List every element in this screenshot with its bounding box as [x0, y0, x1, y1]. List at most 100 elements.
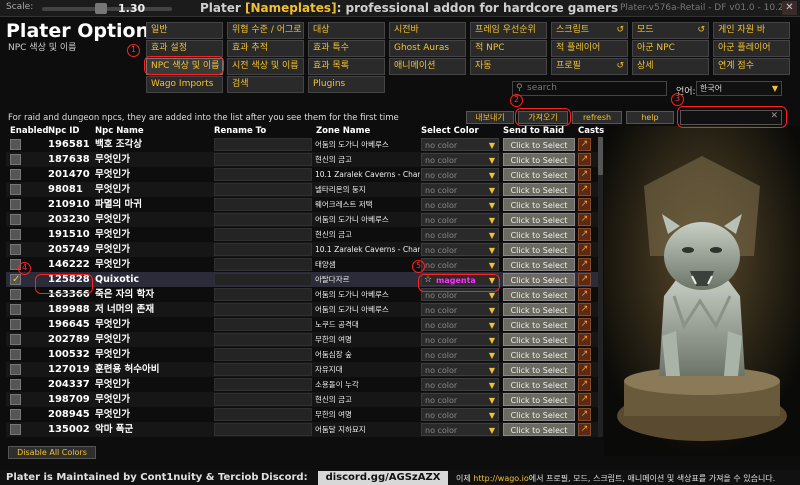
send-to-raid-button[interactable]: Click to Select — [503, 303, 575, 316]
casts-button[interactable]: ↗ — [578, 393, 591, 406]
tab-3-0[interactable]: Wago Imports — [146, 76, 223, 93]
rename-input[interactable] — [214, 348, 312, 361]
casts-button[interactable]: ↗ — [578, 423, 591, 436]
send-to-raid-button[interactable]: Click to Select — [503, 363, 575, 376]
rename-input[interactable] — [214, 333, 312, 346]
tab-3-1[interactable]: 검색 — [227, 76, 304, 93]
enabled-checkbox[interactable] — [10, 394, 21, 405]
tab-2-5[interactable]: 프로필 ↺ — [551, 58, 628, 75]
language-select[interactable]: 한국어 ▼ — [696, 81, 782, 96]
enabled-checkbox[interactable] — [10, 304, 21, 315]
send-to-raid-button[interactable]: Click to Select — [503, 393, 575, 406]
casts-button[interactable]: ↗ — [578, 348, 591, 361]
enabled-checkbox[interactable] — [10, 184, 21, 195]
send-to-raid-button[interactable]: Click to Select — [503, 153, 575, 166]
color-select[interactable]: no color ▼ — [421, 153, 499, 166]
enabled-checkbox[interactable] — [10, 154, 21, 165]
color-select[interactable]: no color ▼ — [421, 363, 499, 376]
casts-button[interactable]: ↗ — [578, 288, 591, 301]
enabled-checkbox[interactable] — [10, 319, 21, 330]
send-to-raid-button[interactable]: Click to Select — [503, 168, 575, 181]
color-select[interactable]: no color ▼ — [421, 258, 499, 271]
rename-input[interactable] — [214, 183, 312, 196]
casts-button[interactable]: ↗ — [578, 168, 591, 181]
send-to-raid-button[interactable]: Click to Select — [503, 408, 575, 421]
send-to-raid-button[interactable]: Click to Select — [503, 333, 575, 346]
casts-button[interactable]: ↗ — [578, 303, 591, 316]
enabled-checkbox[interactable] — [10, 214, 21, 225]
enabled-checkbox[interactable] — [10, 244, 21, 255]
disable-all-colors-button[interactable]: Disable All Colors — [8, 446, 96, 459]
rename-input[interactable] — [214, 303, 312, 316]
export-button[interactable]: 내보내기 — [466, 111, 514, 124]
casts-button[interactable]: ↗ — [578, 183, 591, 196]
tab-1-7[interactable]: 아군 플레이어 — [713, 40, 790, 57]
tab-2-7[interactable]: 연계 점수 — [713, 58, 790, 75]
color-select[interactable]: no color ▼ — [421, 198, 499, 211]
enabled-checkbox[interactable] — [10, 139, 21, 150]
casts-button[interactable]: ↗ — [578, 258, 591, 271]
search-input[interactable]: ⚲ search — [512, 81, 667, 96]
casts-button[interactable]: ↗ — [578, 363, 591, 376]
tab-0-2[interactable]: 대상 — [308, 22, 385, 39]
rename-input[interactable] — [214, 213, 312, 226]
enabled-checkbox[interactable] — [10, 379, 21, 390]
close-button[interactable]: ✕ — [782, 1, 797, 15]
tab-2-2[interactable]: 효과 목록 — [308, 58, 385, 75]
casts-button[interactable]: ↗ — [578, 333, 591, 346]
scale-slider[interactable] — [42, 7, 172, 11]
rename-input[interactable] — [214, 423, 312, 436]
enabled-checkbox[interactable] — [10, 334, 21, 345]
tab-1-6[interactable]: 아군 NPC — [632, 40, 709, 57]
tab-1-1[interactable]: 효과 추적 — [227, 40, 304, 57]
casts-button[interactable]: ↗ — [578, 378, 591, 391]
tab-2-6[interactable]: 상세 — [632, 58, 709, 75]
tab-0-5[interactable]: 스크립트 ↺ — [551, 22, 628, 39]
tab-0-4[interactable]: 프레임 우선순위 — [470, 22, 547, 39]
rename-input[interactable] — [214, 363, 312, 376]
color-select[interactable]: no color ▼ — [421, 408, 499, 421]
scrollbar[interactable] — [598, 137, 603, 437]
tab-0-7[interactable]: 게인 자원 바 — [713, 22, 790, 39]
send-to-raid-button[interactable]: Click to Select — [503, 243, 575, 256]
color-select[interactable]: no color ▼ — [421, 333, 499, 346]
send-to-raid-button[interactable]: Click to Select — [503, 198, 575, 211]
color-select[interactable]: no color ▼ — [421, 168, 499, 181]
discord-url-field[interactable]: discord.gg/AGSzAZX — [318, 471, 448, 485]
color-select[interactable]: no color ▼ — [421, 138, 499, 151]
casts-button[interactable]: ↗ — [578, 408, 591, 421]
rename-input[interactable] — [214, 378, 312, 391]
tab-1-4[interactable]: 적 NPC — [470, 40, 547, 57]
enabled-checkbox[interactable] — [10, 274, 21, 285]
enabled-checkbox[interactable] — [10, 169, 21, 180]
enabled-checkbox[interactable] — [10, 349, 21, 360]
tab-1-5[interactable]: 적 플레이어 — [551, 40, 628, 57]
color-select[interactable]: no color ▼ — [421, 423, 499, 436]
rename-input[interactable] — [214, 408, 312, 421]
casts-button[interactable]: ↗ — [578, 243, 591, 256]
casts-button[interactable]: ↗ — [578, 213, 591, 226]
tab-1-0[interactable]: 효과 설정 — [146, 40, 223, 57]
tab-1-3[interactable]: Ghost Auras — [389, 40, 466, 57]
enabled-checkbox[interactable] — [10, 199, 21, 210]
rename-input[interactable] — [214, 153, 312, 166]
tab-0-6[interactable]: 모드 ↺ — [632, 22, 709, 39]
send-to-raid-button[interactable]: Click to Select — [503, 318, 575, 331]
color-select[interactable]: no color ▼ — [421, 243, 499, 256]
enabled-checkbox[interactable] — [10, 364, 21, 375]
refresh-button[interactable]: refresh — [572, 111, 622, 124]
send-to-raid-button[interactable]: Click to Select — [503, 228, 575, 241]
enabled-checkbox[interactable] — [10, 424, 21, 435]
color-select[interactable]: no color ▼ — [421, 318, 499, 331]
rename-input[interactable] — [214, 138, 312, 151]
color-select[interactable]: no color ▼ — [421, 393, 499, 406]
send-to-raid-button[interactable]: Click to Select — [503, 288, 575, 301]
casts-button[interactable]: ↗ — [578, 153, 591, 166]
send-to-raid-button[interactable]: Click to Select — [503, 183, 575, 196]
tab-2-4[interactable]: 자동 — [470, 58, 547, 75]
rename-input[interactable] — [214, 243, 312, 256]
enabled-checkbox[interactable] — [10, 289, 21, 300]
rename-input[interactable] — [214, 273, 312, 286]
casts-button[interactable]: ↗ — [578, 273, 591, 286]
send-to-raid-button[interactable]: Click to Select — [503, 138, 575, 151]
